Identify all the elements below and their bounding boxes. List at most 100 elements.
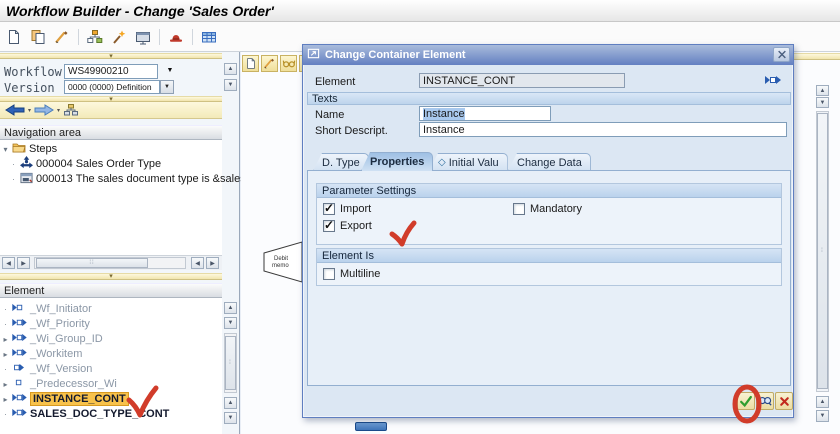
expander-icon[interactable]: ▸: [2, 350, 9, 359]
navigation-tree: ▾ Steps · 000004 Sales Order Type · 0000…: [0, 140, 222, 255]
scroll-up-button[interactable]: ▲: [224, 63, 237, 75]
wand-icon[interactable]: [109, 27, 129, 47]
pencil-icon[interactable]: [261, 55, 278, 72]
step-label: The sales document type is &sales_: [76, 173, 252, 185]
tab-change-data[interactable]: Change Data: [508, 153, 591, 171]
element-row[interactable]: ▸ _Wi_Group_ID: [2, 332, 103, 346]
expander-icon[interactable]: ▸: [2, 380, 9, 389]
back-arrow-icon[interactable]: [3, 103, 27, 117]
left-panel: ▾ Workflow WS49900210 ▼ Version 0000 (00…: [0, 52, 240, 434]
hierarchy-icon[interactable]: [85, 27, 105, 47]
mandatory-checkbox-row[interactable]: Mandatory: [513, 203, 582, 215]
debit-memo-node[interactable]: Debit memo: [261, 240, 303, 284]
navigation-toolbar: ▾ ▾: [0, 102, 222, 119]
version-dropdown-icon[interactable]: ▼: [160, 80, 174, 94]
short-description-input[interactable]: Instance: [419, 122, 787, 137]
dialog-window-icon: [307, 47, 320, 63]
element-row[interactable]: · _Wf_Initiator: [2, 302, 92, 316]
scroll-left-button[interactable]: ◀: [2, 257, 15, 269]
confirm-button[interactable]: [737, 392, 755, 410]
scroll-down-button[interactable]: ▼: [224, 79, 237, 91]
export-checkbox[interactable]: [323, 220, 335, 232]
tree-node-step[interactable]: · 000004 Sales Order Type: [10, 157, 161, 171]
close-icon[interactable]: [773, 47, 790, 62]
window-icon[interactable]: [133, 27, 153, 47]
scroll-right-button[interactable]: ▶: [206, 257, 219, 269]
element-label: _Wi_Group_ID: [30, 333, 103, 345]
panel-splitter-strip[interactable]: ▾: [0, 273, 222, 280]
workflow-dropdown-icon[interactable]: ▼: [163, 67, 177, 76]
toolbar-separator: [192, 29, 193, 45]
workflow-input[interactable]: WS49900210: [64, 64, 158, 79]
workflow-label: Workflow: [4, 65, 62, 79]
tab-d-type[interactable]: D. Type: [313, 153, 369, 171]
forward-dropdown-icon[interactable]: ▾: [57, 107, 60, 114]
expander-icon[interactable]: ▸: [2, 395, 9, 404]
leaf-bullet: ·: [2, 305, 9, 314]
scroll-down-button[interactable]: ▼: [224, 317, 237, 329]
dialog-titlebar[interactable]: Change Container Element: [303, 45, 793, 65]
scroll-down-button[interactable]: ▼: [816, 97, 829, 108]
mandatory-checkbox[interactable]: [513, 203, 525, 215]
svg-text:memo: memo: [272, 263, 289, 269]
scrollbar-thumb[interactable]: ⁞: [225, 336, 236, 390]
workflow-builder-window: Workflow Builder - Change 'Sales Order' …: [0, 0, 840, 434]
expander-icon[interactable]: ▾: [2, 145, 9, 154]
toolbar-separator: [78, 29, 79, 45]
find-button[interactable]: [756, 392, 774, 410]
scroll-down-button[interactable]: ▼: [224, 412, 237, 424]
tree-node-step[interactable]: · 000013 The sales document type is &sal…: [10, 172, 252, 186]
element-label: _Wf_Initiator: [30, 303, 92, 315]
expander-icon[interactable]: ▸: [2, 335, 9, 344]
multiline-checkbox[interactable]: [323, 268, 335, 280]
step-label: Sales Order Type: [76, 158, 161, 170]
hat-icon[interactable]: [166, 27, 186, 47]
element-row[interactable]: · _Wf_Priority: [2, 317, 90, 331]
parameter-settings-group: Parameter Settings Import Export Mandato…: [316, 183, 782, 245]
element-row-instance-cont[interactable]: ▸ INSTANCE_CONT: [2, 392, 129, 406]
tree-node-steps[interactable]: ▾ Steps: [2, 142, 57, 156]
table-icon[interactable]: [199, 27, 219, 47]
pencil-icon[interactable]: [52, 27, 72, 47]
element-is-group: Element Is Multiline: [316, 248, 782, 286]
import-checkbox[interactable]: [323, 203, 335, 215]
multiline-checkbox-row[interactable]: Multiline: [323, 268, 380, 280]
scroll-up-button[interactable]: ▲: [224, 397, 237, 409]
new-document-icon[interactable]: [4, 27, 24, 47]
element-row[interactable]: · _Wf_Version: [2, 362, 92, 376]
element-row[interactable]: ▸ _Workitem: [2, 347, 82, 361]
panel-splitter-strip[interactable]: ▾: [0, 53, 222, 59]
glasses-icon[interactable]: [280, 55, 297, 72]
scroll-up-button[interactable]: ▲: [816, 396, 829, 408]
tab-properties[interactable]: Properties: [361, 152, 433, 171]
scroll-up-button[interactable]: ▲: [224, 302, 237, 314]
copy-icon[interactable]: [28, 27, 48, 47]
texts-section-header: Texts: [307, 92, 791, 105]
new-page-icon[interactable]: [242, 55, 259, 72]
tree-node-label: Steps: [29, 143, 57, 155]
element-label: _Predecessor_Wi: [30, 378, 117, 390]
diagram-hscrollbar-thumb[interactable]: [355, 422, 387, 431]
version-select[interactable]: 0000 (0000) Definition: [64, 80, 160, 94]
scroll-right-button[interactable]: ▶: [17, 257, 30, 269]
leaf-bullet: ·: [2, 365, 9, 374]
cancel-button[interactable]: [775, 392, 793, 410]
nav-horizontal-scrollbar: ◀ ▶ ⁞⁞ ◀ ▶: [0, 255, 222, 270]
scroll-up-button[interactable]: ▲: [816, 85, 829, 96]
scrollbar-thumb[interactable]: ⁞: [817, 113, 828, 389]
element-list: · _Wf_Initiator · _Wf_Priority ▸ _Wi_Gro…: [0, 298, 222, 434]
scroll-left-button[interactable]: ◀: [191, 257, 204, 269]
back-dropdown-icon[interactable]: ▾: [28, 107, 31, 114]
export-checkbox-row[interactable]: Export: [323, 220, 372, 232]
forward-arrow-icon[interactable]: [32, 103, 56, 117]
properties-tab-panel: Parameter Settings Import Export Mandato…: [307, 170, 791, 386]
scroll-down-button[interactable]: ▼: [816, 410, 829, 422]
element-row-sales-doc-type-cont[interactable]: · SALES_DOC_TYPE_CONT: [2, 407, 169, 421]
scrollbar-thumb[interactable]: ⁞⁞: [36, 258, 148, 268]
tab-initial-value[interactable]: ◇Initial Valu: [429, 153, 508, 171]
name-input[interactable]: Instance: [419, 106, 551, 121]
structure-icon[interactable]: [61, 103, 81, 117]
import-checkbox-row[interactable]: Import: [323, 203, 371, 215]
element-row[interactable]: ▸ _Predecessor_Wi: [2, 377, 117, 391]
leaf-bullet: ·: [10, 175, 17, 184]
